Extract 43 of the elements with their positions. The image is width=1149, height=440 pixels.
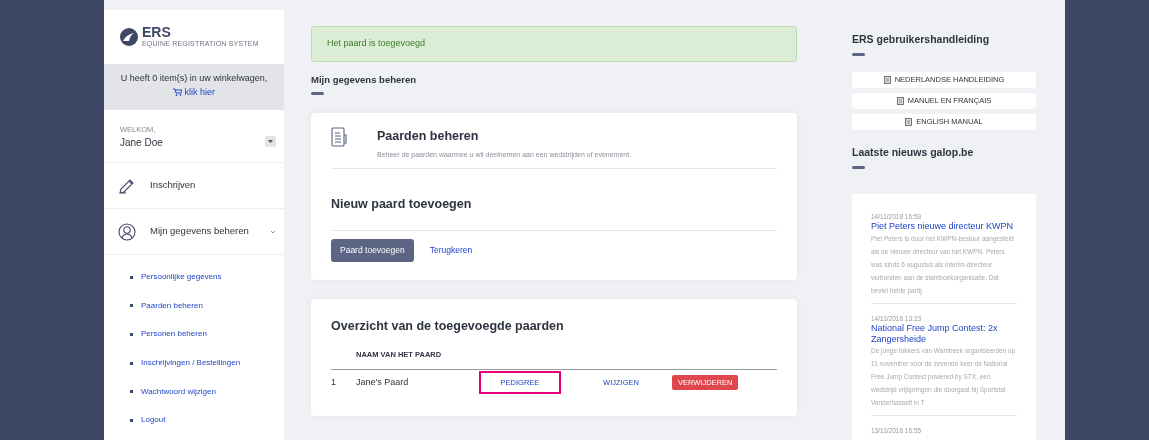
submenu-link[interactable]: Inschrijvingen / Bestellingen — [141, 357, 241, 370]
news-title[interactable]: National Free Jump Contest: 2x Zangersheide — [871, 323, 1017, 345]
sidebar-title: ERS gebruikershandleiding — [852, 32, 991, 47]
bullet-icon — [130, 333, 133, 336]
news-title[interactable]: Piet Peters nieuwe directeur KWPN — [871, 221, 1017, 232]
sidebar-item[interactable]: Mijn gegevens beheren — [104, 209, 284, 255]
cart-icon — [173, 88, 182, 97]
cart-link[interactable]: klik hier — [173, 86, 215, 97]
sidebar-item[interactable]: Inschrijven — [104, 163, 284, 209]
submenu-link[interactable]: Personen beheren — [141, 328, 207, 341]
logo-icon — [120, 28, 138, 46]
user-icon — [118, 222, 136, 241]
book-icon — [905, 117, 913, 126]
submenu-link[interactable]: Persoonlijke gegevens — [141, 271, 222, 284]
document-icon — [331, 126, 347, 147]
horse-name: Jane's Paard — [356, 375, 410, 389]
add-horse-button[interactable]: Paard toevoegen — [331, 238, 414, 262]
overview-title: Overzicht van de toegevoegde paarden — [331, 317, 565, 335]
title-underline — [852, 165, 865, 169]
back-link[interactable]: Terugkeren — [429, 243, 473, 257]
card-subtitle: Nieuw paard toevoegen — [331, 179, 777, 231]
section-title: Mijn gegevens beheren — [311, 72, 418, 87]
cart-message: U heeft 0 item(s) in uw winkelwagen, — [119, 72, 269, 85]
success-alert: Het paard is toegevoegd — [311, 26, 797, 62]
bullet-icon — [130, 418, 133, 422]
book-icon — [883, 75, 891, 84]
submenu-link[interactable]: Logout — [141, 414, 166, 427]
bullet-icon — [130, 390, 133, 394]
book-icon — [896, 96, 904, 105]
user-dropdown-button[interactable] — [265, 136, 276, 147]
submenu-link[interactable]: Wachtwoord wijzigen — [141, 385, 216, 398]
submenu-link[interactable]: Paarden beheren — [141, 299, 203, 312]
sidebar-title: Laatste nieuws galop.be — [852, 144, 975, 160]
user-name: Jane Doe — [120, 136, 163, 151]
card-title: Paarden beheren — [377, 127, 480, 145]
caret-icon — [268, 140, 273, 143]
title-underline — [311, 91, 324, 95]
bullet-icon — [130, 304, 133, 308]
row-number: 1 — [331, 375, 337, 389]
title-underline — [852, 52, 865, 56]
bullet-icon — [130, 275, 133, 279]
bullet-icon — [130, 361, 133, 365]
logo-title: ERS — [142, 24, 172, 39]
